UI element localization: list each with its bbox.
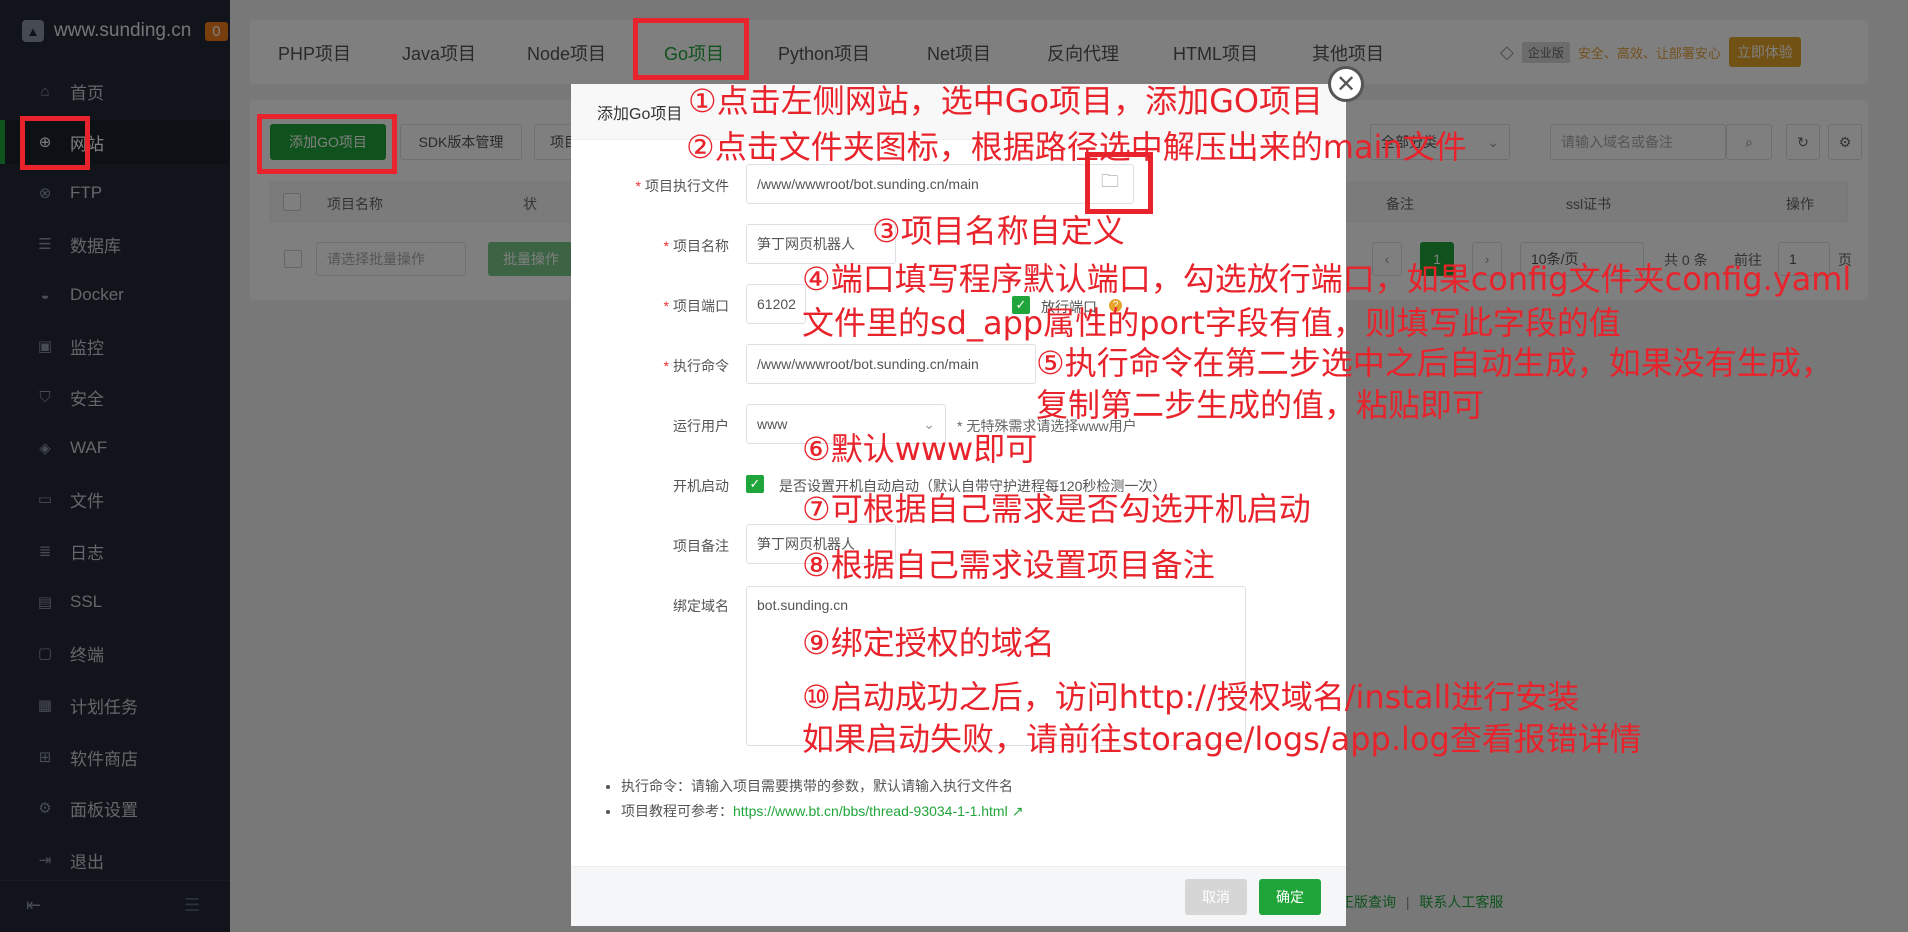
annotation-step-2: ②点击文件夹图标，根据路径选中解压出来的main文件 bbox=[686, 128, 1467, 166]
annotation-step-7: ⑦可根据自己需求是否勾选开机启动 bbox=[802, 490, 1311, 528]
annotation-step-6: ⑥默认www即可 bbox=[802, 430, 1038, 468]
highlight-website-nav bbox=[20, 116, 90, 170]
exec-file-input[interactable]: /www/wwwroot/bot.sunding.cn/main bbox=[746, 164, 1086, 204]
project-name-label: * 项目名称 bbox=[663, 238, 729, 254]
project-port-value: 61202 bbox=[757, 296, 796, 312]
project-port-label: * 项目端口 bbox=[663, 298, 729, 314]
boot-start-label: 开机启动 bbox=[673, 478, 729, 494]
boot-start-checkbox[interactable]: ✓ bbox=[746, 475, 764, 493]
close-dialog-button[interactable]: ✕ bbox=[1328, 66, 1364, 102]
close-icon: ✕ bbox=[1335, 70, 1357, 98]
project-port-input[interactable]: 61202 bbox=[746, 284, 806, 324]
bind-domain-value: bot.sunding.cn bbox=[757, 597, 849, 613]
project-port-label-text: 项目端口 bbox=[673, 298, 729, 314]
tip-tutorial-text: 项目教程可参考： bbox=[621, 803, 733, 819]
annotation-step-3: ③项目名称自定义 bbox=[872, 212, 1125, 250]
exec-command-label: * 执行命令 bbox=[663, 358, 729, 374]
annotation-step-1: ①点击左侧网站，选中Go项目，添加GO项目 bbox=[688, 82, 1324, 120]
exec-file-value: /www/wwwroot/bot.sunding.cn/main bbox=[757, 176, 979, 192]
cancel-button[interactable]: 取消 bbox=[1185, 879, 1247, 915]
tip-exec-command: 执行命令：请输入项目需要携带的参数，默认请输入执行文件名 bbox=[621, 774, 1023, 799]
dialog-footer: 取消 确定 bbox=[571, 866, 1346, 926]
exec-command-input[interactable]: /www/wwwroot/bot.sunding.cn/main bbox=[746, 344, 1036, 384]
exec-file-label-text: 项目执行文件 bbox=[645, 178, 729, 194]
confirm-button[interactable]: 确定 bbox=[1259, 879, 1321, 915]
annotation-step-5b: 复制第二步生成的值，粘贴即可 bbox=[1036, 386, 1485, 424]
tip-tutorial: 项目教程可参考：https://www.bt.cn/bbs/thread-930… bbox=[621, 799, 1023, 824]
dialog-tips: 执行命令：请输入项目需要携带的参数，默认请输入执行文件名 项目教程可参考：htt… bbox=[621, 774, 1023, 824]
project-remark-label: 项目备注 bbox=[673, 538, 729, 554]
project-name-label-text: 项目名称 bbox=[673, 238, 729, 254]
project-name-value: 笋丁网页机器人 bbox=[757, 236, 855, 252]
annotation-step-8: ⑧根据自己需求设置项目备注 bbox=[802, 546, 1215, 584]
run-user-label: 运行用户 bbox=[673, 418, 729, 434]
annotation-step-10a: ⑩启动成功之后，访问http://授权域名/install进行安装 bbox=[802, 678, 1580, 716]
annotation-step-9: ⑨绑定授权的域名 bbox=[802, 624, 1055, 662]
exec-command-value: /www/wwwroot/bot.sunding.cn/main bbox=[757, 356, 979, 372]
annotation-step-4b: 文件里的sd_app属性的port字段有值，则填写此字段的值 bbox=[802, 304, 1621, 342]
external-link-icon: ↗ bbox=[1011, 803, 1024, 819]
annotation-step-4a: ④端口填写程序默认端口，勾选放行端口，如果config文件夹config.yam… bbox=[802, 260, 1852, 298]
dialog-title: 添加Go项目 bbox=[597, 105, 683, 123]
tip-exec-command-text: 执行命令：请输入项目需要携带的参数，默认请输入执行文件名 bbox=[621, 778, 1013, 794]
highlight-add-button bbox=[257, 114, 397, 174]
annotation-step-5a: ⑤执行命令在第二步选中之后自动生成，如果没有生成， bbox=[1036, 344, 1833, 382]
exec-file-label: * 项目执行文件 bbox=[635, 178, 729, 194]
highlight-go-tab bbox=[633, 18, 749, 80]
annotation-step-10b: 如果启动失败，请前往storage/logs/app.log查看报错详情 bbox=[802, 720, 1642, 758]
run-user-value: www bbox=[757, 416, 788, 432]
bind-domain-label: 绑定域名 bbox=[673, 598, 729, 614]
exec-command-label-text: 执行命令 bbox=[673, 358, 729, 374]
tutorial-link[interactable]: https://www.bt.cn/bbs/thread-93034-1-1.h… bbox=[733, 803, 1008, 819]
